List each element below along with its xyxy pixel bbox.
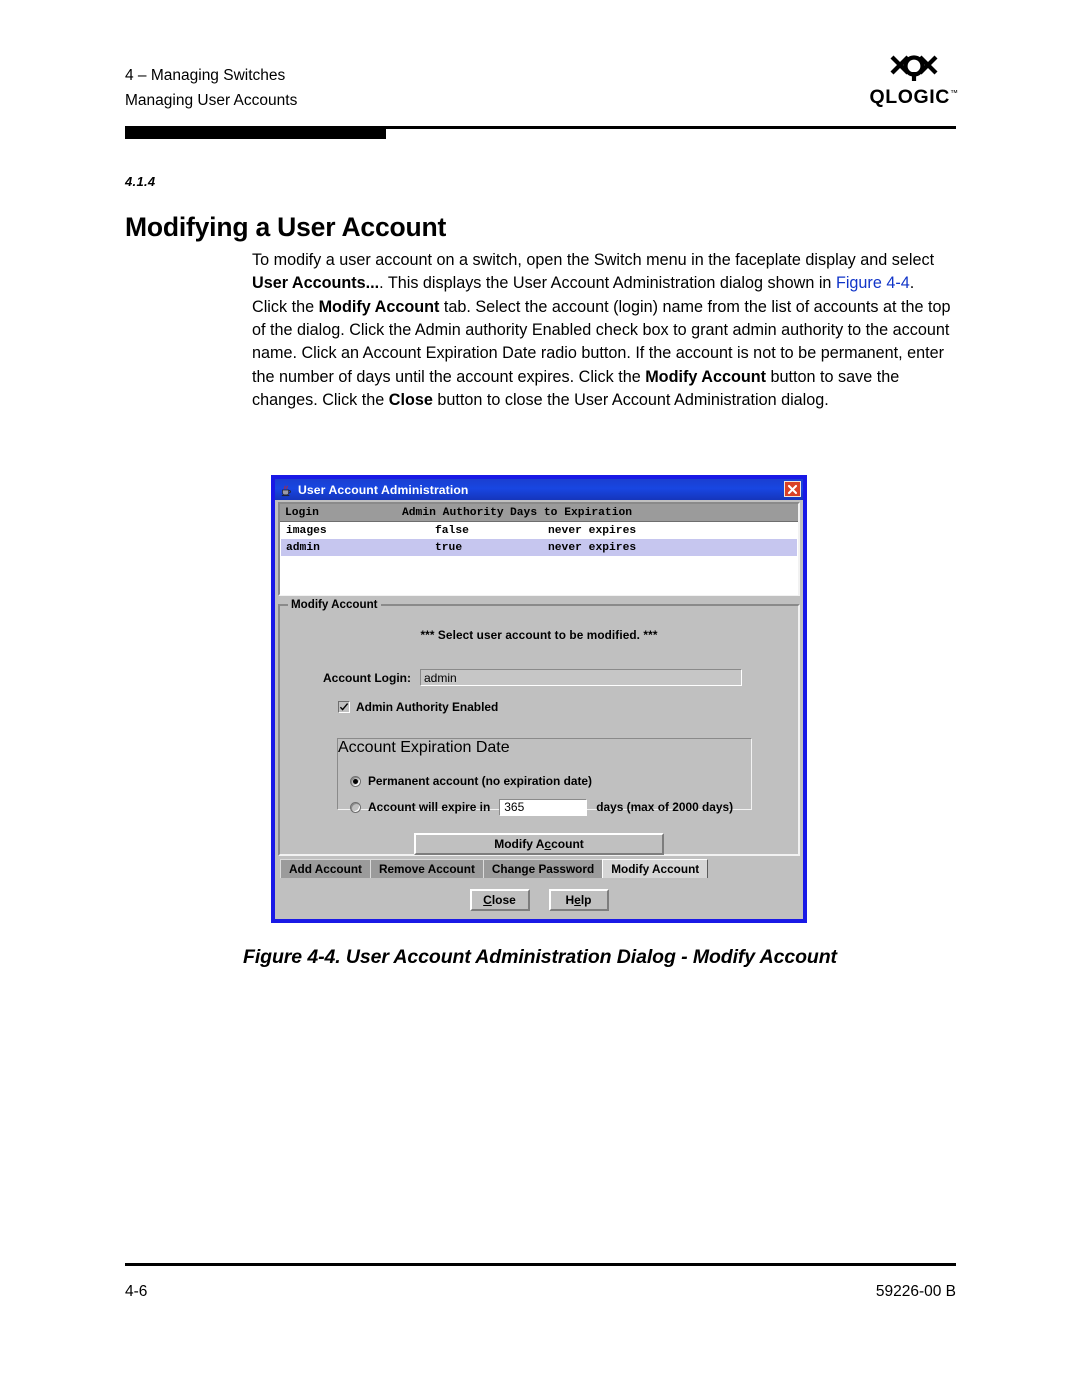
column-header-admin-authority: Admin Authority	[402, 506, 504, 519]
dialog-footer-buttons: Close Help	[278, 889, 800, 911]
body-text-part1: To modify a user account on a switch, op…	[252, 251, 935, 270]
header-chapter-line: 4 – Managing Switches	[125, 67, 286, 84]
table-row[interactable]: admin true never expires	[281, 539, 797, 556]
footer-document-number: 59226-00 B	[875, 1283, 956, 1300]
dialog-titlebar[interactable]: User Account Administration	[275, 479, 803, 500]
checkmark-icon	[339, 703, 349, 711]
account-login-label: Account Login:	[323, 670, 411, 685]
body-bold-user-accounts: User Accounts...	[252, 274, 380, 293]
help-button[interactable]: Help	[548, 889, 609, 911]
tab-modify-account[interactable]: Modify Account	[602, 859, 709, 878]
tab-change-password[interactable]: Change Password	[482, 859, 604, 878]
account-list-table[interactable]: Login Admin Authority Days to Expiration…	[278, 502, 800, 596]
admin-authority-row[interactable]: Admin Authority Enabled	[280, 700, 798, 714]
close-button[interactable]: Close	[469, 889, 530, 911]
account-expiration-date-group: Account Expiration Date Permanent accoun…	[337, 738, 752, 816]
dialog-body: Login Admin Authority Days to Expiration…	[275, 500, 803, 919]
section-number: 4.1.4	[125, 174, 156, 189]
expiration-days-suffix: days (max of 2000 days)	[596, 800, 734, 814]
trademark-symbol: ™	[949, 88, 959, 98]
java-coffee-cup-icon	[281, 485, 291, 496]
column-header-login: Login	[285, 506, 319, 519]
body-bold-close: Close	[388, 390, 433, 409]
figure-cross-reference-link[interactable]: Figure 4-4	[836, 274, 910, 292]
account-tabs: Add Account Remove Account Change Passwo…	[278, 859, 800, 878]
table-header-row: Login Admin Authority Days to Expiration	[280, 504, 798, 522]
footer-page-number: 4-6	[125, 1283, 148, 1300]
modify-account-button[interactable]: Modify Account	[414, 833, 664, 855]
table-body: images false never expires admin true ne…	[280, 522, 798, 595]
admin-authority-label: Admin Authority Enabled	[356, 700, 499, 714]
account-expiration-date-title: Account Expiration Date	[338, 739, 510, 756]
footer-rule	[125, 1263, 956, 1266]
page-header: 4 – Managing Switches Managing User Acco…	[0, 0, 1080, 140]
body-text-part6: button to close the User Account Adminis…	[432, 390, 829, 409]
body-text-part2: . This displays the User Account Adminis…	[379, 274, 836, 293]
account-login-input[interactable]: admin	[419, 669, 742, 686]
qlogic-wordmark: QLOGIC™	[869, 86, 959, 108]
account-will-expire-radio[interactable]	[350, 801, 361, 813]
cell-login: images	[286, 524, 327, 537]
table-row[interactable]: images false never expires	[281, 522, 797, 539]
page-title: Modifying a User Account	[125, 211, 447, 242]
header-black-block	[125, 126, 386, 139]
account-login-row: Account Login: admin	[280, 669, 798, 686]
tab-remove-account[interactable]: Remove Account	[369, 859, 484, 878]
modify-account-panel-title: Modify Account	[288, 598, 381, 611]
permanent-account-label: Permanent account (no expiration date)	[368, 774, 592, 788]
account-will-expire-label: Account will expire in	[368, 800, 491, 814]
permanent-account-row[interactable]: Permanent account (no expiration date)	[338, 768, 751, 794]
tab-add-account[interactable]: Add Account	[280, 859, 371, 878]
qlogic-logo: QLOGIC™	[858, 53, 970, 109]
cell-admin-authority: false	[435, 524, 469, 537]
cell-login: admin	[286, 541, 320, 554]
body-paragraph: To modify a user account on a switch, op…	[252, 249, 952, 412]
permanent-account-radio[interactable]	[350, 775, 361, 787]
body-bold-modify-account-tab: Modify Account	[318, 297, 440, 316]
account-will-expire-row[interactable]: Account will expire in 365 days (max of …	[338, 794, 751, 820]
modify-account-panel: Modify Account *** Select user account t…	[278, 598, 800, 856]
user-account-administration-dialog: User Account Administration Login Admin …	[271, 475, 807, 923]
column-header-days-to-expiration: Days to Expiration	[510, 506, 633, 519]
cell-days-to-expiration: never expires	[548, 541, 637, 554]
cell-admin-authority: true	[435, 541, 463, 554]
close-icon[interactable]	[784, 481, 801, 497]
expiration-days-input[interactable]: 365	[499, 798, 588, 816]
body-bold-modify-account-button: Modify Account	[645, 367, 767, 386]
header-section-line: Managing User Accounts	[125, 92, 298, 109]
figure-caption: Figure 4-4. User Account Administration …	[243, 946, 837, 968]
admin-authority-checkbox[interactable]	[338, 701, 350, 713]
select-account-hint: *** Select user account to be modified. …	[420, 628, 658, 642]
qlogic-symbol-icon	[890, 55, 938, 81]
dialog-title: User Account Administration	[298, 482, 469, 497]
cell-days-to-expiration: never expires	[548, 524, 637, 537]
close-x-glyph	[787, 484, 798, 494]
